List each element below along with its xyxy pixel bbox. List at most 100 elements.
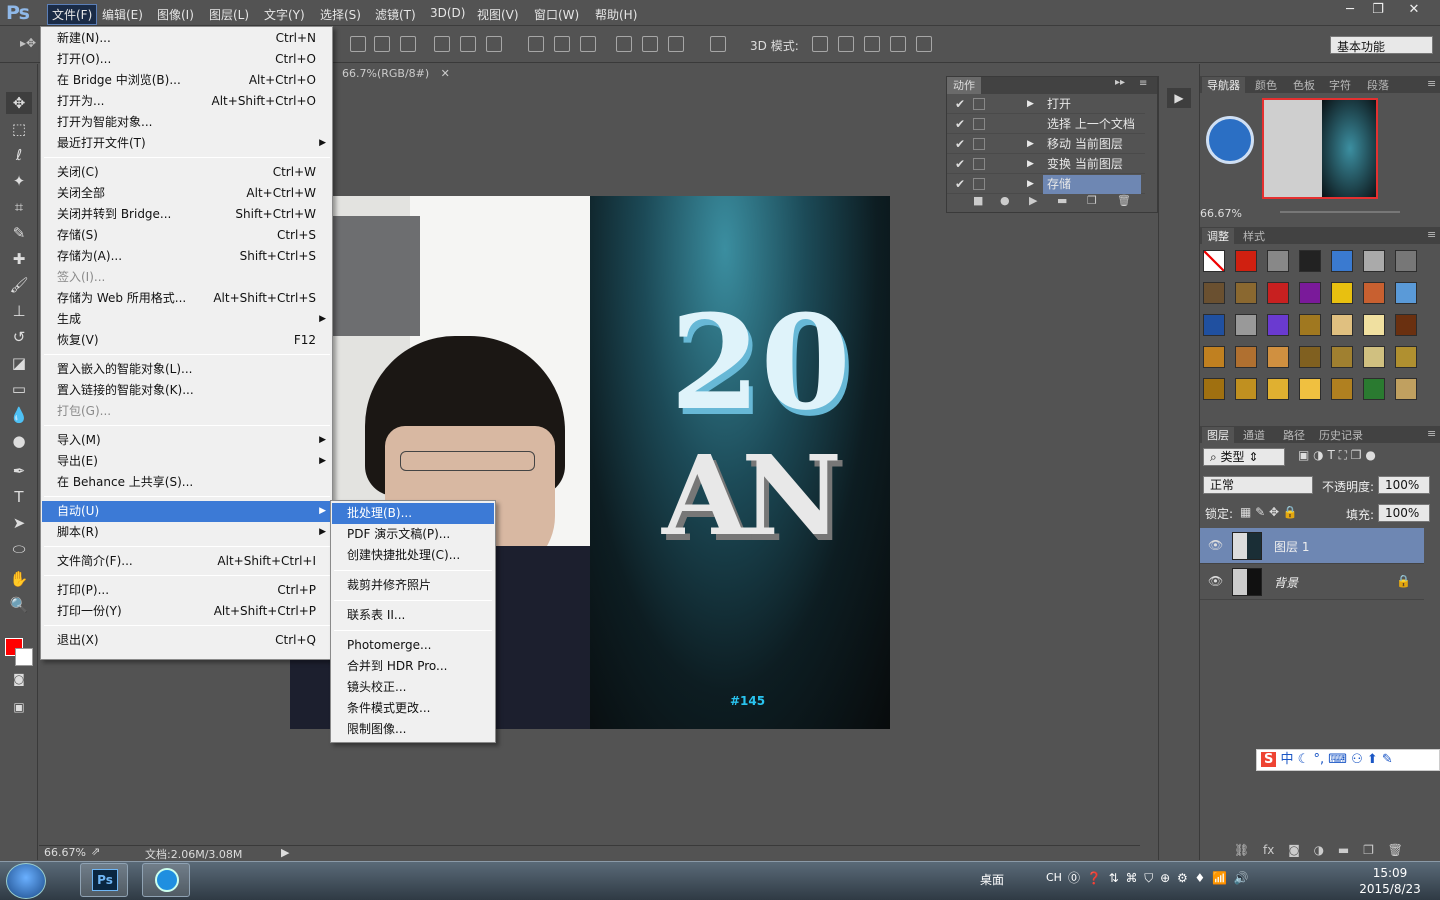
style-swatch[interactable] [1235, 314, 1257, 336]
style-swatch[interactable] [1331, 378, 1353, 400]
ime-mode[interactable]: 中 [1281, 752, 1294, 767]
align-option-icon[interactable] [528, 36, 544, 52]
panel-tab[interactable]: 字符 [1324, 77, 1356, 93]
style-swatch[interactable] [1363, 250, 1385, 272]
align-option-icon[interactable] [710, 36, 726, 52]
check-icon[interactable]: ✔ [955, 95, 965, 114]
menu-0[interactable]: 文件(F) [47, 4, 98, 25]
menu-10[interactable]: 帮助(H) [595, 6, 637, 23]
ime-toolbar[interactable]: S 中 ☾ °, ⌨ ⚇ ⬆ ✎ [1256, 749, 1440, 771]
file-menu-item[interactable]: 关闭(C) Ctrl+W [42, 162, 332, 183]
style-swatch[interactable] [1363, 282, 1385, 304]
opacity-input[interactable]: 100% [1378, 476, 1430, 494]
style-swatch[interactable] [1267, 250, 1289, 272]
style-swatch[interactable] [1331, 282, 1353, 304]
panel-menu-icon[interactable]: ≡ [1422, 228, 1440, 241]
crop-tool-icon[interactable]: ⌗ [6, 196, 32, 218]
status-zoom[interactable]: 66.67% [44, 846, 86, 859]
file-menu-item[interactable]: 在 Bridge 中浏览(B)... Alt+Ctrl+O [42, 70, 332, 91]
panel-collapse-icon[interactable]: ▸▸ [1115, 77, 1125, 88]
screen-mode-icon[interactable]: ▣ [6, 696, 32, 718]
file-menu-item[interactable]: 导出(E) ▶ [42, 451, 332, 472]
taskbar-photoshop[interactable]: Ps [80, 863, 128, 897]
workspace-select[interactable]: 基本功能 [1330, 36, 1433, 54]
file-menu-item[interactable]: 关闭全部 Alt+Ctrl+W [42, 183, 332, 204]
menu-1[interactable]: 编辑(E) [102, 6, 143, 23]
panel-tab[interactable]: 调整 [1202, 228, 1234, 244]
align-option-icon[interactable] [486, 36, 502, 52]
style-swatch[interactable] [1395, 314, 1417, 336]
panel-tab[interactable]: 色板 [1288, 77, 1320, 93]
check-icon[interactable]: ✔ [955, 175, 965, 194]
navigator-thumbnail[interactable] [1262, 98, 1378, 199]
align-option-icon[interactable] [812, 36, 828, 52]
style-swatch[interactable] [1203, 250, 1225, 272]
file-menu-item[interactable]: 在 Behance 上共享(S)... [42, 472, 332, 493]
file-menu-item[interactable]: 置入链接的智能对象(K)... [42, 380, 332, 401]
panel-tab[interactable]: 导航器 [1202, 77, 1245, 93]
style-swatch[interactable] [1267, 282, 1289, 304]
style-swatch[interactable] [1203, 314, 1225, 336]
record-icon[interactable]: ● [1000, 194, 1010, 207]
menu-8[interactable]: 视图(V) [477, 6, 519, 23]
menu-7[interactable]: 3D(D) [430, 6, 465, 20]
style-swatch[interactable] [1299, 378, 1321, 400]
start-button[interactable] [6, 863, 46, 899]
background-color-swatch[interactable] [15, 648, 33, 666]
align-option-icon[interactable] [890, 36, 906, 52]
align-option-icon[interactable] [668, 36, 684, 52]
play-icon[interactable]: ▶ [1029, 194, 1037, 207]
navigator-zoom[interactable]: 66.67% [1200, 207, 1242, 220]
style-swatch[interactable] [1395, 378, 1417, 400]
check-icon[interactable]: ✔ [955, 135, 965, 154]
automate-menu-item[interactable]: PDF 演示文稿(P)... [332, 524, 494, 545]
brush-tool-icon[interactable]: 🖌 [6, 274, 32, 296]
file-menu-item[interactable]: 退出(X) Ctrl+Q [42, 630, 332, 651]
automate-menu-item[interactable]: 条件模式更改... [332, 698, 494, 719]
style-swatch[interactable] [1235, 250, 1257, 272]
expand-triangle-icon[interactable]: ▶ [1027, 135, 1034, 154]
style-swatch[interactable] [1203, 346, 1225, 368]
panel-tab[interactable]: 历史记录 [1314, 427, 1368, 443]
lock-icons[interactable]: ▦ ✎ ✥ 🔒 [1240, 505, 1298, 519]
navigator-zoom-slider[interactable] [1280, 211, 1400, 213]
new-set-icon[interactable]: ▬ [1057, 194, 1067, 207]
style-swatch[interactable] [1299, 314, 1321, 336]
close-tab-icon[interactable]: ✕ [441, 67, 450, 80]
align-option-icon[interactable] [616, 36, 632, 52]
status-menu-arrow-icon[interactable]: ▶ [281, 846, 289, 859]
align-option-icon[interactable] [916, 36, 932, 52]
eraser-tool-icon[interactable]: ◪ [6, 352, 32, 374]
stamp-tool-icon[interactable]: ⊥ [6, 300, 32, 322]
layer-row-background[interactable]: 👁 背景 🔒 [1200, 564, 1424, 600]
align-option-icon[interactable] [434, 36, 450, 52]
magic-wand-icon[interactable]: ✦ [6, 170, 32, 192]
close-window-button[interactable]: ✕ [1396, 0, 1432, 20]
align-option-icon[interactable] [864, 36, 880, 52]
style-swatch[interactable] [1363, 378, 1385, 400]
eyedropper-icon[interactable]: ✎ [6, 222, 32, 244]
panel-menu-icon[interactable]: ≡ [1422, 77, 1440, 90]
file-menu-item[interactable]: 关闭并转到 Bridge... Shift+Ctrl+W [42, 204, 332, 225]
dialog-toggle-box[interactable] [973, 118, 985, 130]
check-icon[interactable]: ✔ [955, 115, 965, 134]
file-menu-item[interactable]: 新建(N)... Ctrl+N [42, 28, 332, 49]
automate-menu-item[interactable]: 合并到 HDR Pro... [332, 656, 494, 677]
restore-button[interactable]: ❐ [1362, 0, 1394, 20]
panel-tab[interactable]: 路径 [1278, 427, 1310, 443]
dodge-tool-icon[interactable]: ● [6, 430, 32, 452]
actions-play-icon[interactable]: ▶ [1167, 88, 1191, 108]
style-swatch[interactable] [1331, 346, 1353, 368]
move-tool-icon[interactable]: ✥ [6, 92, 32, 114]
shape-tool-icon[interactable]: ⬭ [6, 538, 32, 560]
panel-tab[interactable]: 通道 [1238, 427, 1270, 443]
automate-menu-item[interactable]: Photomerge... [332, 635, 494, 656]
menu-2[interactable]: 图像(I) [157, 6, 194, 23]
align-option-icon[interactable] [642, 36, 658, 52]
expand-triangle-icon[interactable]: ▶ [1027, 95, 1034, 114]
delete-action-icon[interactable]: 🗑 [1117, 194, 1131, 207]
gradient-tool-icon[interactable]: ▭ [6, 378, 32, 400]
file-menu-item[interactable]: 置入嵌入的智能对象(L)... [42, 359, 332, 380]
healing-brush-icon[interactable]: ✚ [6, 248, 32, 270]
panel-menu-icon[interactable]: ≡ [1422, 427, 1440, 440]
